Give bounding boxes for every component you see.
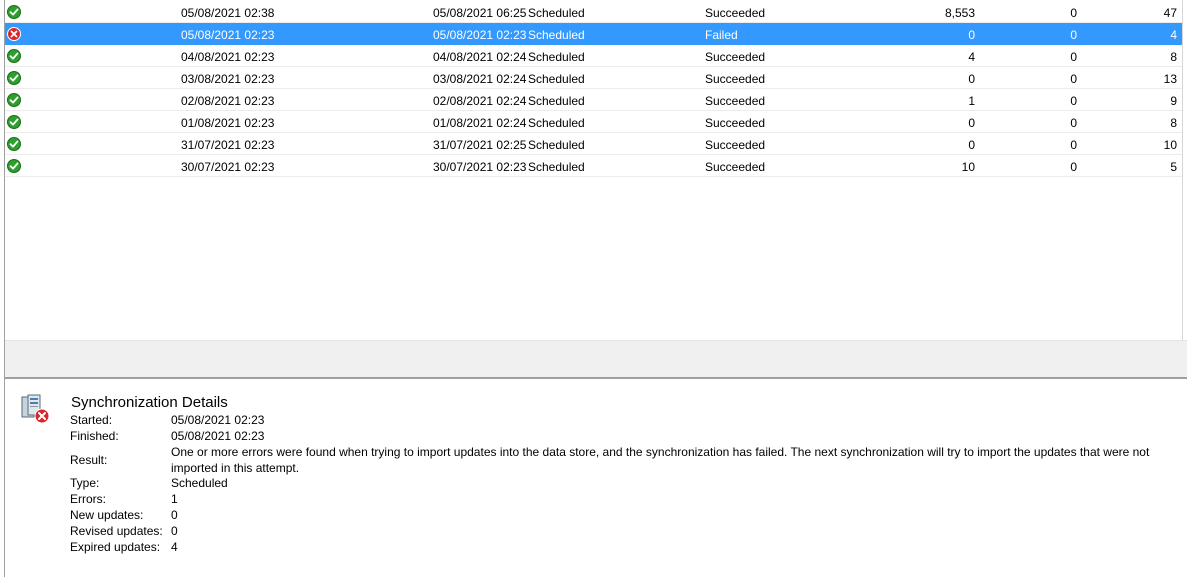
expired-updates-cell: 8 (1170, 50, 1177, 64)
result-cell: Succeeded (705, 50, 766, 64)
success-check-icon (7, 93, 21, 107)
new-updates-label: New updates: (70, 508, 144, 522)
result-cell: Succeeded (705, 138, 766, 152)
finished-cell: 05/08/2021 06:25 (433, 6, 527, 20)
success-check-icon (7, 5, 21, 19)
finished-cell: 05/08/2021 02:23 (433, 28, 527, 42)
finished-label: Finished: (70, 429, 119, 443)
started-cell: 05/08/2021 02:38 (181, 6, 275, 20)
revised-updates-label: Revised updates: (70, 524, 163, 538)
expired-updates-cell: 5 (1170, 160, 1177, 174)
new-updates-cell: 8,553 (944, 6, 975, 20)
type-cell: Scheduled (528, 116, 585, 130)
result-cell: Succeeded (705, 6, 766, 20)
success-check-icon (7, 71, 21, 85)
type-cell: Scheduled (528, 72, 585, 86)
expired-updates-cell: 47 (1163, 6, 1177, 20)
result-value: One or more errors were found when tryin… (171, 445, 1150, 475)
synchronization-history-list[interactable]: 05/08/2021 02:38 05/08/2021 06:25 Schedu… (5, 0, 1182, 340)
type-cell: Scheduled (528, 160, 585, 174)
table-row[interactable]: 05/08/2021 02:38 05/08/2021 06:25 Schedu… (5, 1, 1182, 23)
finished-cell: 30/07/2021 02:23 (433, 160, 527, 174)
started-value: 05/08/2021 02:23 (171, 413, 265, 427)
started-cell: 02/08/2021 02:23 (181, 94, 275, 108)
type-cell: Scheduled (528, 138, 585, 152)
result-cell: Failed (705, 28, 738, 42)
started-cell: 31/07/2021 02:23 (181, 138, 275, 152)
expired-updates-value: 4 (171, 540, 178, 554)
revised-updates-cell: 0 (1070, 94, 1077, 108)
result-cell: Succeeded (705, 94, 766, 108)
finished-cell: 01/08/2021 02:24 (433, 116, 527, 130)
finished-cell: 03/08/2021 02:24 (433, 72, 527, 86)
new-updates-cell: 0 (968, 28, 975, 42)
expired-updates-cell: 4 (1170, 28, 1177, 42)
list-empty-footer (5, 340, 1187, 378)
started-cell: 30/07/2021 02:23 (181, 160, 275, 174)
type-cell: Scheduled (528, 6, 585, 20)
expired-updates-cell: 8 (1170, 116, 1177, 130)
success-check-icon (7, 115, 21, 129)
success-check-icon (7, 137, 21, 151)
new-updates-cell: 0 (968, 138, 975, 152)
finished-value: 05/08/2021 02:23 (171, 429, 265, 443)
finished-cell: 04/08/2021 02:24 (433, 50, 527, 64)
type-value: Scheduled (171, 476, 228, 490)
revised-updates-cell: 0 (1070, 138, 1077, 152)
finished-cell: 02/08/2021 02:24 (433, 94, 527, 108)
new-updates-cell: 1 (968, 94, 975, 108)
revised-updates-cell: 0 (1070, 72, 1077, 86)
new-updates-value: 0 (171, 508, 178, 522)
new-updates-cell: 0 (968, 72, 975, 86)
errors-value: 1 (171, 492, 178, 506)
type-label: Type: (70, 476, 100, 490)
revised-updates-cell: 0 (1070, 50, 1077, 64)
table-row[interactable]: 31/07/2021 02:23 31/07/2021 02:25 Schedu… (5, 133, 1182, 155)
revised-updates-cell: 0 (1070, 160, 1077, 174)
started-cell: 03/08/2021 02:23 (181, 72, 275, 86)
table-row[interactable]: 01/08/2021 02:23 01/08/2021 02:24 Schedu… (5, 111, 1182, 133)
table-row[interactable]: 04/08/2021 02:23 04/08/2021 02:24 Schedu… (5, 45, 1182, 67)
expired-updates-cell: 9 (1170, 94, 1177, 108)
server-error-icon (19, 393, 51, 425)
new-updates-cell: 0 (968, 116, 975, 130)
result-cell: Succeeded (705, 72, 766, 86)
result-cell: Succeeded (705, 160, 766, 174)
result-cell: Succeeded (705, 116, 766, 130)
started-cell: 05/08/2021 02:23 (181, 28, 275, 42)
revised-updates-cell: 0 (1070, 116, 1077, 130)
finished-cell: 31/07/2021 02:25 (433, 138, 527, 152)
type-cell: Scheduled (528, 50, 585, 64)
new-updates-cell: 4 (968, 50, 975, 64)
started-cell: 01/08/2021 02:23 (181, 116, 275, 130)
revised-updates-value: 0 (171, 524, 178, 538)
expired-updates-cell: 13 (1163, 72, 1177, 86)
type-cell: Scheduled (528, 28, 585, 42)
started-label: Started: (70, 413, 113, 427)
expired-updates-label: Expired updates: (70, 540, 161, 554)
error-x-icon (7, 27, 21, 41)
table-row[interactable]: 02/08/2021 02:23 02/08/2021 02:24 Schedu… (5, 89, 1182, 111)
success-check-icon (7, 159, 21, 173)
table-row-selected[interactable]: 05/08/2021 02:23 05/08/2021 02:23 Schedu… (5, 23, 1182, 45)
new-updates-cell: 10 (961, 160, 975, 174)
type-cell: Scheduled (528, 94, 585, 108)
result-label: Result: (70, 453, 108, 467)
details-title: Synchronization Details (71, 394, 228, 411)
table-row[interactable]: 03/08/2021 02:23 03/08/2021 02:24 Schedu… (5, 67, 1182, 89)
synchronization-details-pane: Synchronization Details Started: 05/08/2… (5, 379, 1187, 577)
revised-updates-cell: 0 (1070, 28, 1077, 42)
started-cell: 04/08/2021 02:23 (181, 50, 275, 64)
revised-updates-cell: 0 (1070, 6, 1077, 20)
grid-border-right (1182, 0, 1183, 340)
success-check-icon (7, 49, 21, 63)
errors-label: Errors: (70, 492, 106, 506)
table-row[interactable]: 30/07/2021 02:23 30/07/2021 02:23 Schedu… (5, 155, 1182, 177)
expired-updates-cell: 10 (1163, 138, 1177, 152)
